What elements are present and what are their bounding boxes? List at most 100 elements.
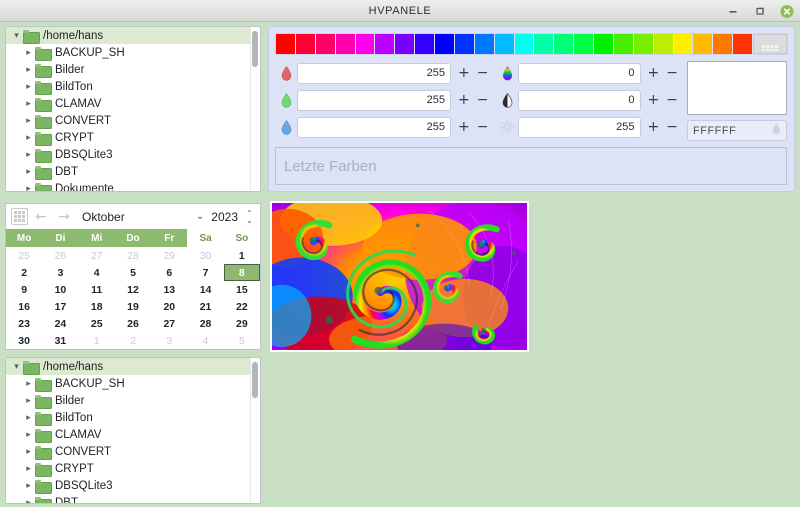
tree-item-bildton[interactable]: ▸BildTon bbox=[6, 78, 250, 95]
hex-color-input[interactable]: FFFFFF bbox=[687, 120, 787, 141]
chevron-right-icon[interactable]: ▸ bbox=[22, 133, 35, 142]
calendar-day[interactable]: 2 bbox=[115, 332, 151, 349]
calendar-day[interactable]: 6 bbox=[151, 264, 187, 281]
calendar-day[interactable]: 2 bbox=[6, 264, 42, 281]
chevron-right-icon[interactable]: ▸ bbox=[22, 150, 35, 159]
color-swatch-strip[interactable] bbox=[275, 33, 788, 55]
year-down-icon[interactable]: ⌄ bbox=[246, 217, 253, 224]
calendar-year-label[interactable]: 2023 bbox=[211, 210, 238, 224]
calendar-day[interactable]: 14 bbox=[187, 281, 223, 298]
color-swatch-15[interactable] bbox=[574, 34, 594, 54]
color-swatch-21[interactable] bbox=[693, 34, 713, 54]
calendar-day[interactable]: 26 bbox=[115, 315, 151, 332]
tree-item-dbsqlite3[interactable]: ▸DBSQLite3 bbox=[6, 477, 250, 494]
color-swatch-23[interactable] bbox=[733, 34, 753, 54]
file-tree-top-rows[interactable]: ▾/home/hans▸BACKUP_SH▸Bilder▸BildTon▸CLA… bbox=[6, 27, 250, 191]
file-tree-bottom[interactable]: ▾/home/hans▸BACKUP_SH▸Bilder▸BildTon▸CLA… bbox=[5, 357, 261, 504]
tree-item-crypt[interactable]: ▸CRYPT bbox=[6, 460, 250, 477]
calendar-day[interactable]: 25 bbox=[6, 247, 42, 264]
red-minus-button[interactable]: − bbox=[477, 66, 489, 80]
blue-minus-button[interactable]: − bbox=[477, 120, 489, 134]
calendar-grid-icon[interactable] bbox=[11, 208, 28, 225]
minimize-icon[interactable] bbox=[726, 4, 740, 18]
calendar-day[interactable]: 24 bbox=[42, 315, 78, 332]
calendar-day[interactable]: 4 bbox=[187, 332, 223, 349]
calendar-day[interactable]: 21 bbox=[187, 298, 223, 315]
calendar-day[interactable]: 3 bbox=[151, 332, 187, 349]
calendar-day[interactable]: 10 bbox=[42, 281, 78, 298]
saturation-value-input[interactable]: 0 bbox=[518, 90, 640, 111]
hue-minus-button[interactable]: − bbox=[666, 66, 678, 80]
color-swatch-5[interactable] bbox=[375, 34, 395, 54]
blue-value-input[interactable]: 255 bbox=[297, 117, 451, 138]
tree-item-clamav[interactable]: ▸CLAMAV bbox=[6, 426, 250, 443]
calendar-day[interactable]: 7 bbox=[187, 264, 223, 281]
color-swatch-20[interactable] bbox=[674, 34, 694, 54]
green-plus-button[interactable]: + bbox=[458, 93, 470, 107]
chevron-right-icon[interactable]: ▸ bbox=[22, 498, 35, 504]
tree-item-clamav[interactable]: ▸CLAMAV bbox=[6, 95, 250, 112]
chevron-right-icon[interactable]: ▸ bbox=[22, 167, 35, 176]
color-swatch-12[interactable] bbox=[515, 34, 535, 54]
green-stepper[interactable]: + − bbox=[451, 93, 496, 107]
tree-item-dbsqlite3[interactable]: ▸DBSQLite3 bbox=[6, 146, 250, 163]
color-swatch-18[interactable] bbox=[634, 34, 654, 54]
calendar-day[interactable]: 5 bbox=[115, 264, 151, 281]
close-icon[interactable] bbox=[780, 4, 794, 18]
calendar-day[interactable]: 23 bbox=[6, 315, 42, 332]
color-swatch-19[interactable] bbox=[654, 34, 674, 54]
chevron-right-icon[interactable]: ▸ bbox=[22, 396, 35, 405]
color-swatch-9[interactable] bbox=[455, 34, 475, 54]
chevron-right-icon[interactable]: ▸ bbox=[22, 82, 35, 91]
color-swatch-7[interactable] bbox=[415, 34, 435, 54]
color-swatch-8[interactable] bbox=[435, 34, 455, 54]
color-swatch-2[interactable] bbox=[316, 34, 336, 54]
chevron-right-icon[interactable]: ▸ bbox=[22, 413, 35, 422]
tree-item-convert[interactable]: ▸CONVERT bbox=[6, 112, 250, 129]
file-tree-bottom-scrollbar[interactable] bbox=[250, 359, 259, 502]
color-swatch-13[interactable] bbox=[534, 34, 554, 54]
tree-item-convert[interactable]: ▸CONVERT bbox=[6, 443, 250, 460]
calendar-next-button[interactable]: → bbox=[54, 207, 74, 227]
saturation-minus-button[interactable]: − bbox=[666, 93, 678, 107]
calendar-day[interactable]: 18 bbox=[79, 298, 115, 315]
hue-value-input[interactable]: 0 bbox=[518, 63, 640, 84]
tree-item-bilder[interactable]: ▸Bilder bbox=[6, 61, 250, 78]
calendar-day[interactable]: 26 bbox=[42, 247, 78, 264]
chevron-down-icon[interactable]: ▾ bbox=[10, 31, 23, 40]
calendar-widget[interactable]: ← → Oktober ⌄ 2023 ⌃ ⌄ MoDiMiDoFrSaSo 25… bbox=[5, 203, 261, 350]
calendar-day[interactable]: 1 bbox=[79, 332, 115, 349]
calendar-day[interactable]: 30 bbox=[187, 247, 223, 264]
calendar-day[interactable]: 22 bbox=[224, 298, 260, 315]
hue-stepper[interactable]: + − bbox=[641, 66, 686, 80]
chevron-right-icon[interactable]: ▸ bbox=[22, 447, 35, 456]
scrollbar-thumb[interactable] bbox=[252, 362, 258, 398]
scrollbar-thumb[interactable] bbox=[252, 31, 258, 67]
brightness-value-input[interactable]: 255 bbox=[518, 117, 640, 138]
tree-root-row[interactable]: ▾/home/hans bbox=[6, 27, 250, 44]
calendar-day[interactable]: 13 bbox=[151, 281, 187, 298]
color-swatch-17[interactable] bbox=[614, 34, 634, 54]
tree-item-bildton[interactable]: ▸BildTon bbox=[6, 409, 250, 426]
calendar-day[interactable]: 3 bbox=[42, 264, 78, 281]
chevron-right-icon[interactable]: ▸ bbox=[22, 481, 35, 490]
brightness-stepper[interactable]: + − bbox=[641, 120, 686, 134]
red-value-input[interactable]: 255 bbox=[297, 63, 451, 84]
tree-item-dbt[interactable]: ▸DBT bbox=[6, 163, 250, 180]
file-tree-top[interactable]: ▾/home/hans▸BACKUP_SH▸Bilder▸BildTon▸CLA… bbox=[5, 26, 261, 192]
calendar-month-label[interactable]: Oktober bbox=[77, 210, 193, 224]
color-swatch-3[interactable] bbox=[336, 34, 356, 54]
tree-item-backup_sh[interactable]: ▸BACKUP_SH bbox=[6, 375, 250, 392]
chevron-down-icon[interactable]: ▾ bbox=[10, 362, 23, 371]
file-tree-bottom-rows[interactable]: ▾/home/hans▸BACKUP_SH▸Bilder▸BildTon▸CLA… bbox=[6, 358, 250, 503]
calendar-day[interactable]: 1 bbox=[224, 247, 260, 264]
calendar-day[interactable]: 11 bbox=[79, 281, 115, 298]
calendar-day[interactable]: 29 bbox=[224, 315, 260, 332]
calendar-day[interactable]: 30 bbox=[6, 332, 42, 349]
calendar-day[interactable]: 31 bbox=[42, 332, 78, 349]
calendar-day[interactable]: 28 bbox=[115, 247, 151, 264]
color-swatch-22[interactable] bbox=[713, 34, 733, 54]
restore-icon[interactable] bbox=[753, 4, 767, 18]
calendar-year-stepper[interactable]: ⌃ ⌄ bbox=[241, 210, 255, 224]
saturation-plus-button[interactable]: + bbox=[648, 93, 660, 107]
